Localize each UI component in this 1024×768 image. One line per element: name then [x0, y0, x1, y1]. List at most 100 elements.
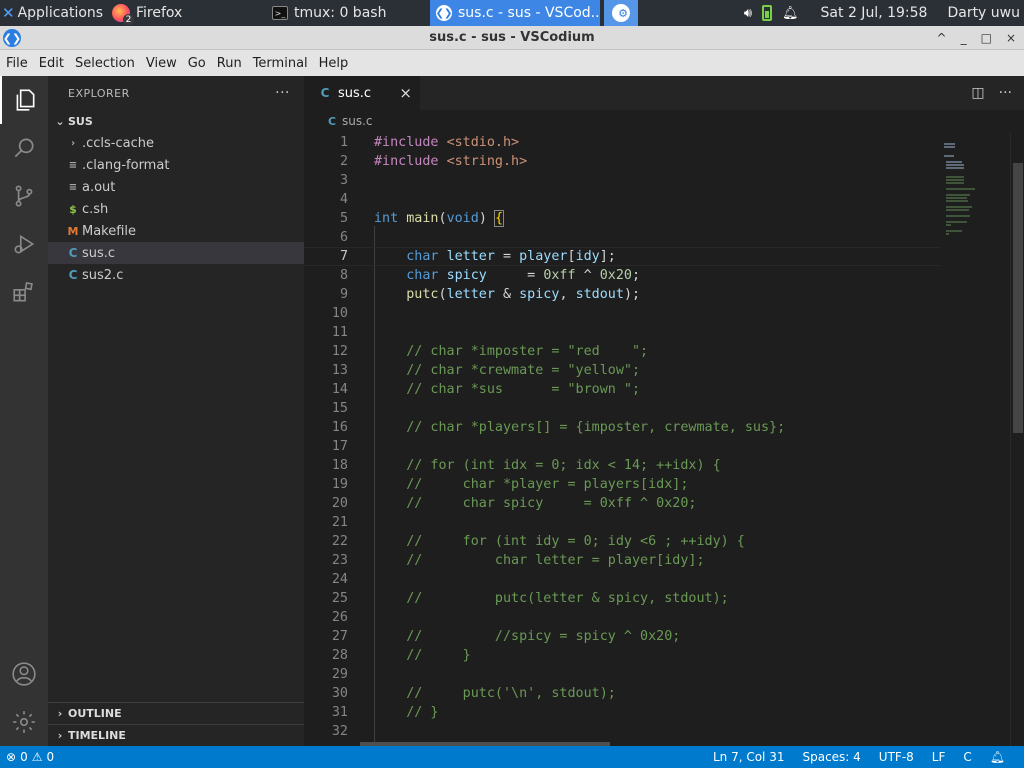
code-line[interactable]: 7 char letter = player[idy];: [304, 247, 940, 266]
c-file-icon: C: [327, 114, 337, 128]
notification-bell-icon[interactable]: 🔔︎: [782, 6, 799, 21]
accounts-icon[interactable]: [0, 650, 48, 698]
taskbar-tmux[interactable]: >_ tmux: 0 bash: [268, 0, 430, 26]
code-line[interactable]: 22 // for (int idy = 0; idy <6 ; ++idy) …: [304, 532, 940, 551]
cursor-position[interactable]: Ln 7, Col 31: [704, 750, 794, 764]
menu-file[interactable]: File: [4, 56, 34, 71]
taskbar-firefox[interactable]: 2 Firefox: [108, 0, 268, 26]
taskbar-settings[interactable]: ⚙: [604, 0, 638, 26]
more-actions-icon[interactable]: ···: [999, 85, 1012, 101]
tab-sus-c[interactable]: C sus.c ×: [304, 76, 420, 110]
code-line[interactable]: 14 // char *sus = "brown ";: [304, 380, 940, 399]
encoding[interactable]: UTF-8: [870, 750, 923, 764]
code-line[interactable]: 19 // char *player = players[idx];: [304, 475, 940, 494]
menu-help[interactable]: Help: [317, 56, 355, 71]
source-control-icon[interactable]: [0, 172, 48, 220]
minimap[interactable]: [940, 133, 1010, 746]
code-line[interactable]: 25 // putc(letter & spicy, stdout);: [304, 589, 940, 608]
code-line[interactable]: 16 // char *players[] = {imposter, crewm…: [304, 418, 940, 437]
file-item-makefile[interactable]: M Makefile: [48, 220, 304, 242]
top-panel: ✕ Applications 2 Firefox >_ tmux: 0 bash…: [0, 0, 1024, 26]
menu-run[interactable]: Run: [215, 56, 248, 71]
code-line[interactable]: 31 // }: [304, 703, 940, 722]
battery-icon[interactable]: [762, 5, 773, 21]
code-line[interactable]: 11: [304, 323, 940, 342]
file-item-sus-c[interactable]: C sus.c: [48, 242, 304, 264]
code-line[interactable]: 21: [304, 513, 940, 532]
code-text: // char *sus = "brown ";: [406, 382, 641, 397]
minimap-line: [946, 206, 972, 208]
clock[interactable]: Sat 2 Jul, 19:58: [821, 5, 928, 21]
code-line[interactable]: 10: [304, 304, 940, 323]
file-item-c-sh[interactable]: $ c.sh: [48, 198, 304, 220]
code-line[interactable]: 9 putc(letter & spicy, stdout);: [304, 285, 940, 304]
activity-bar: [0, 76, 48, 746]
shade-button[interactable]: ^: [937, 31, 947, 45]
language-mode[interactable]: C: [954, 750, 980, 764]
split-editor-icon[interactable]: ◫: [971, 85, 984, 101]
code-line[interactable]: 20 // char spicy = 0xff ^ 0x20;: [304, 494, 940, 513]
code-line[interactable]: 23 // char letter = player[idy];: [304, 551, 940, 570]
breadcrumb-file[interactable]: sus.c: [342, 114, 373, 128]
code-text: // putc('\n', stdout);: [406, 686, 616, 701]
file-item-sus2-c[interactable]: C sus2.c: [48, 264, 304, 286]
timeline-section[interactable]: › TIMELINE: [48, 724, 304, 746]
code-text: // char *crewmate = "yellow";: [406, 363, 641, 378]
code-line[interactable]: 17: [304, 437, 940, 456]
vscodium-logo-icon: ❮❯: [3, 29, 21, 47]
code-line[interactable]: 18 // for (int idx = 0; idx < 14; ++idx)…: [304, 456, 940, 475]
menu-view[interactable]: View: [144, 56, 183, 71]
menu-selection[interactable]: Selection: [73, 56, 141, 71]
code-line[interactable]: 3: [304, 171, 940, 190]
code-line[interactable]: 26: [304, 608, 940, 627]
code-line[interactable]: 30 // putc('\n', stdout);: [304, 684, 940, 703]
code-line[interactable]: 13 // char *crewmate = "yellow";: [304, 361, 940, 380]
end-of-line[interactable]: LF: [923, 750, 955, 764]
menu-edit[interactable]: Edit: [37, 56, 70, 71]
minimap-line: [946, 224, 952, 226]
menu-go[interactable]: Go: [186, 56, 212, 71]
outline-section[interactable]: › OUTLINE: [48, 702, 304, 724]
code-line[interactable]: 6: [304, 228, 940, 247]
code-line[interactable]: 4: [304, 190, 940, 209]
vertical-scrollbar[interactable]: [1010, 133, 1024, 746]
more-actions-button[interactable]: ···: [275, 85, 290, 101]
window-titlebar[interactable]: ❮❯ sus.c - sus - VSCodium ^ _ □ ×: [0, 26, 1024, 50]
line-number: 4: [339, 192, 348, 207]
volume-icon[interactable]: 🔊︎: [744, 6, 752, 21]
folder-sus[interactable]: ⌄ SUS: [48, 110, 304, 132]
code-line[interactable]: 8 char spicy = 0xff ^ 0x20;: [304, 266, 940, 285]
file-item-clang-format[interactable]: ≡ .clang-format: [48, 154, 304, 176]
file-item-ccls-cache[interactable]: › .ccls-cache: [48, 132, 304, 154]
code-line[interactable]: 2 #include <string.h>: [304, 152, 940, 171]
file-item-a-out[interactable]: ≡ a.out: [48, 176, 304, 198]
taskbar-vscodium[interactable]: ❮❯ sus.c - sus - VSCod...: [430, 0, 600, 26]
search-icon[interactable]: [0, 124, 48, 172]
code-line[interactable]: 32: [304, 722, 940, 741]
run-debug-icon[interactable]: [0, 220, 48, 268]
code-line[interactable]: 5 int main(void) {: [304, 209, 940, 228]
code-line[interactable]: 28 // }: [304, 646, 940, 665]
scrollbar-thumb[interactable]: [1013, 163, 1023, 433]
notifications-bell-icon[interactable]: 🔔︎: [981, 750, 1014, 764]
menu-terminal[interactable]: Terminal: [251, 56, 314, 71]
indentation[interactable]: Spaces: 4: [793, 750, 869, 764]
extensions-icon[interactable]: [0, 268, 48, 316]
window-title: sus.c - sus - VSCodium: [429, 30, 595, 45]
problems-indicator[interactable]: ⊗ 0 ⚠ 0: [0, 750, 54, 764]
close-window-button[interactable]: ×: [1006, 31, 1016, 45]
code-line[interactable]: 24: [304, 570, 940, 589]
close-tab-icon[interactable]: ×: [399, 84, 412, 102]
code-line[interactable]: 15: [304, 399, 940, 418]
maximize-button[interactable]: □: [981, 31, 992, 45]
code-line[interactable]: 12 // char *imposter = "red ";: [304, 342, 940, 361]
explorer-icon[interactable]: [0, 76, 48, 124]
code-editor[interactable]: 1 #include <stdio.h> 2 #include <string.h> 3…: [304, 133, 940, 746]
applications-menu[interactable]: ✕ Applications: [0, 0, 108, 26]
minimize-button[interactable]: _: [961, 31, 967, 45]
manage-gear-icon[interactable]: [0, 698, 48, 746]
code-line[interactable]: 27 // //spicy = spicy ^ 0x20;: [304, 627, 940, 646]
code-line[interactable]: 29: [304, 665, 940, 684]
user-menu[interactable]: Darty uwu: [947, 5, 1020, 21]
code-line[interactable]: 1 #include <stdio.h>: [304, 133, 940, 152]
